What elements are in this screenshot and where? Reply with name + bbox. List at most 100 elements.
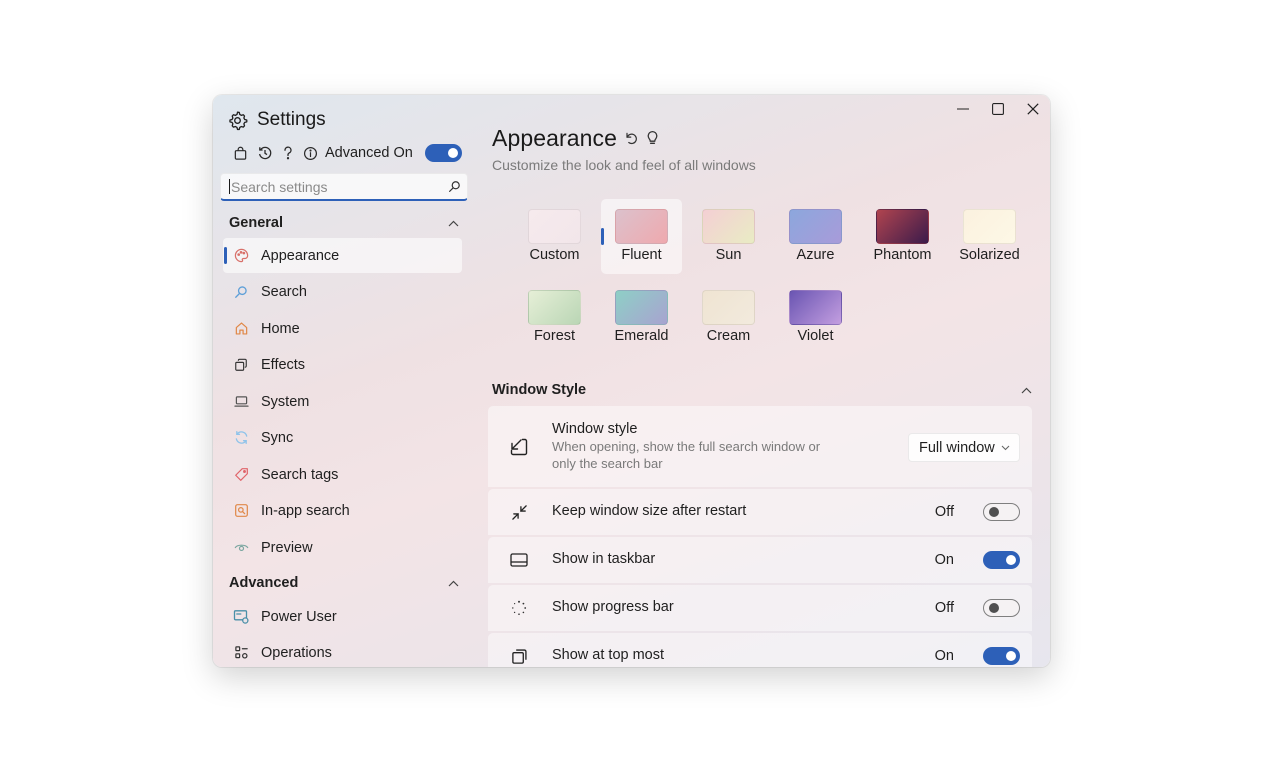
window-style-dropdown[interactable]: Full window [908,433,1020,462]
help-icon[interactable] [282,145,294,161]
section-label-window-style: Window Style [492,382,587,398]
theme-swatch [702,209,755,244]
gear-icon [227,110,248,131]
shopping-bag-icon[interactable] [233,146,248,161]
theme-label: Sun [715,247,742,263]
sidebar-item-label: Power User [261,608,337,625]
taskbar-icon [508,549,530,571]
theme-cream[interactable]: Cream [688,280,769,355]
sidebar-item-home[interactable]: Home [223,311,462,346]
theme-violet[interactable]: Violet [775,280,856,355]
theme-label: Cream [706,328,751,344]
sidebar-item-appearance[interactable]: Appearance [223,238,462,273]
chevron-down-icon [1001,445,1010,451]
section-header-advanced[interactable]: Advanced [229,573,459,593]
sidebar-item-label: In-app search [261,502,350,519]
window-style-settings: Window style When opening, show the full… [488,406,1032,667]
setting-keep-window-size: Keep window size after restart Off [488,489,1032,535]
toggle-state-label: Off [934,600,954,616]
search-icon[interactable] [441,174,467,199]
show-in-taskbar-toggle[interactable] [983,551,1020,569]
theme-solarized[interactable]: Solarized [949,199,1030,274]
theme-label: Violet [797,328,834,344]
sidebar-item-power-user[interactable]: Power User [223,599,462,634]
sidebar-item-search[interactable]: Search [223,274,462,309]
main-content: Appearance Customize the look and feel o… [488,95,1050,667]
sidebar-item-label: Search tags [261,466,339,483]
arrow-down-left-icon [508,436,530,458]
sidebar-item-label: Search [261,283,307,300]
theme-forest[interactable]: Forest [514,280,595,355]
section-header-window-style[interactable]: Window Style [492,379,1032,401]
sidebar-item-label: Appearance [261,247,340,264]
setting-title: Window style [552,421,638,437]
setting-show-at-top-most: Show at top most On [488,633,1032,667]
theme-swatch [528,209,581,244]
sidebar-item-sync[interactable]: Sync [223,420,462,455]
theme-swatch [615,290,668,325]
page-header: Appearance [492,122,659,154]
history-icon[interactable] [257,145,273,161]
theme-label: Solarized [959,247,1020,263]
toggle-knob [989,603,999,613]
advanced-mode-toggle[interactable] [424,144,462,162]
section-header-general[interactable]: General [229,213,459,233]
show-at-top-most-toggle[interactable] [983,647,1020,665]
theme-swatch [528,290,581,325]
setting-title: Show progress bar [552,599,674,615]
info-icon[interactable] [303,146,318,161]
theme-label: Forest [533,328,576,344]
chevron-up-icon[interactable] [448,220,459,227]
theme-phantom[interactable]: Phantom [862,199,943,274]
sidebar-item-effects[interactable]: Effects [223,347,462,382]
lightbulb-icon[interactable] [646,130,659,146]
theme-swatch [615,209,668,244]
search-icon [233,284,249,300]
setting-show-in-taskbar: Show in taskbar On [488,537,1032,583]
page-title: Appearance [492,124,618,151]
windows-stack-icon [508,645,530,667]
setting-title: Keep window size after restart [552,503,747,519]
app-title: Settings [227,108,326,132]
toggle-state-label: On [934,552,954,568]
theme-label: Custom [529,247,580,263]
sidebar-item-preview[interactable]: Preview [223,530,462,565]
shrink-icon [508,501,530,523]
theme-emerald[interactable]: Emerald [601,280,682,355]
sidebar-item-search-tags[interactable]: Search tags [223,457,462,492]
operations-icon [233,645,249,661]
sidebar: Settings Advanced On Search settings Gen… [213,95,475,667]
sidebar-item-operations[interactable]: Operations [223,635,462,667]
sidebar-item-label: Operations [261,644,332,661]
sidebar-item-label: Home [261,320,300,337]
theme-label: Phantom [873,247,932,263]
toggle-knob [1006,651,1016,661]
sidebar-toolbar: Advanced On [233,142,462,164]
chevron-up-icon[interactable] [1021,387,1032,394]
advanced-mode-label: Advanced On [325,145,413,161]
search-settings-box[interactable] [220,173,468,201]
sidebar-item-system[interactable]: System [223,384,462,419]
progress-spinner-icon [508,597,530,619]
theme-swatch [789,290,842,325]
sidebar-item-label: Sync [261,429,294,446]
reset-icon[interactable] [624,131,639,146]
in-app-search-icon [233,503,249,519]
toggle-knob [989,507,999,517]
sidebar-item-label: Effects [261,356,306,373]
sidebar-item-in-app-search[interactable]: In-app search [223,493,462,528]
theme-custom[interactable]: Custom [514,199,595,274]
keep-window-size-toggle[interactable] [983,503,1020,521]
show-progress-bar-toggle[interactable] [983,599,1020,617]
toggle-knob [1006,555,1016,565]
selection-indicator [224,247,227,264]
chevron-up-icon[interactable] [448,580,459,587]
sidebar-item-label: System [261,393,310,410]
theme-fluent[interactable]: Fluent [601,199,682,274]
theme-swatch [963,209,1016,244]
setting-show-progress-bar: Show progress bar Off [488,585,1032,631]
setting-title: Show at top most [552,647,665,663]
theme-azure[interactable]: Azure [775,199,856,274]
theme-sun[interactable]: Sun [688,199,769,274]
search-input[interactable] [230,178,441,195]
